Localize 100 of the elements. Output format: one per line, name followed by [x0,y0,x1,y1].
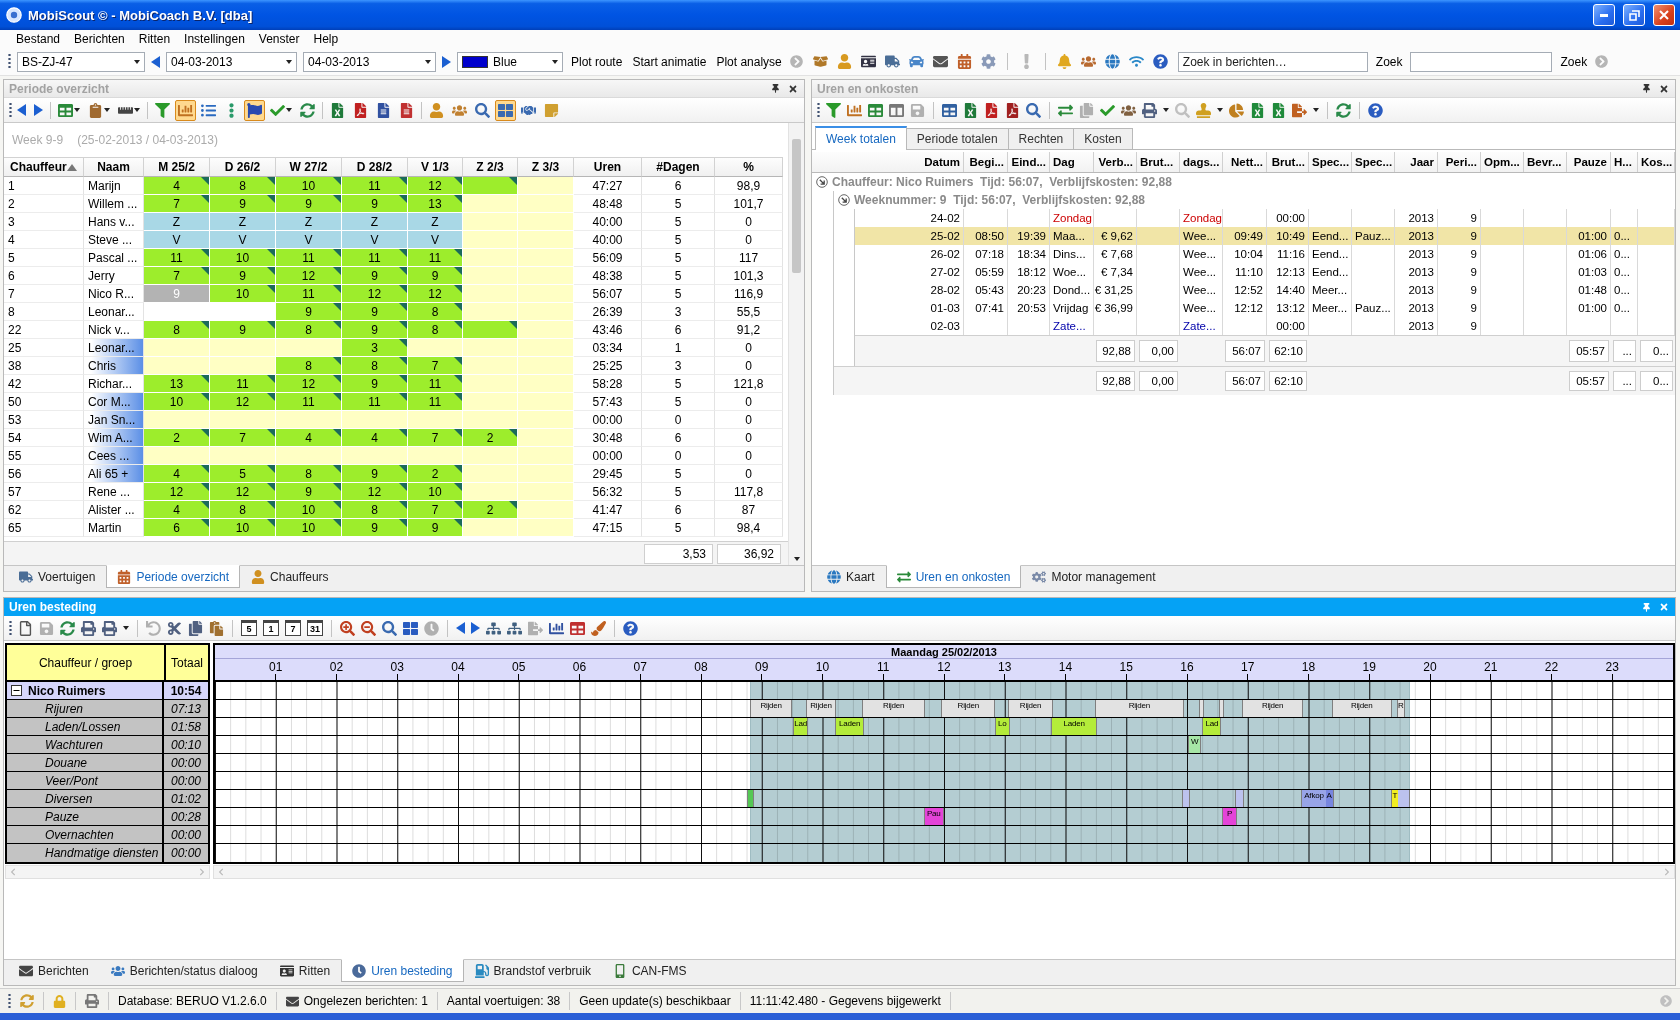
search-field[interactable] [1410,51,1553,72]
column-header[interactable]: Brut... [1137,152,1180,172]
column-header[interactable]: Peri... [1438,152,1481,172]
vertical-scrollbar[interactable] [788,123,804,565]
caret-icon[interactable] [1217,108,1223,112]
check-icon[interactable] [1100,102,1115,118]
action-button[interactable]: Start animatie [630,54,709,69]
tab[interactable]: Rechten [1007,128,1075,149]
tab[interactable]: Chauffeurs [240,565,340,588]
menu-item[interactable]: Help [306,30,346,48]
help-icon[interactable] [1368,102,1383,118]
column-header[interactable]: Verb... [1094,152,1137,172]
table-icon[interactable] [868,102,883,118]
column-header[interactable]: Spec... [1352,152,1395,172]
vehicle-select[interactable]: BS-ZJ-47 [17,51,145,72]
person-icon[interactable] [836,54,852,69]
toolbar-button[interactable] [495,99,516,121]
column-header[interactable]: #Dagen [642,157,715,177]
toolbar-grip[interactable] [9,619,12,637]
column-header[interactable]: dags... [1180,152,1223,172]
column-header[interactable]: Bevr... [1524,152,1567,172]
toolbar-grip[interactable] [8,53,11,70]
table-icon[interactable] [570,620,585,636]
tab[interactable]: Berichten [8,959,100,982]
tab[interactable]: Brandstof verbruik [463,959,602,982]
zoom-in-icon[interactable] [340,620,355,636]
column-header[interactable]: Pauze [1567,152,1611,172]
caret-icon[interactable] [793,557,800,561]
people-icon[interactable] [1121,102,1136,118]
close-button[interactable] [1653,4,1675,26]
help-icon[interactable] [623,620,638,636]
page-icon[interactable] [18,620,33,636]
search-button[interactable]: Zoek [1373,54,1405,69]
color-select[interactable]: Blue [457,51,563,72]
minimize-button[interactable] [1593,4,1615,26]
column-header[interactable]: Eind... [1008,152,1050,172]
tab[interactable]: CAN-FMS [601,959,698,982]
activity-bar[interactable]: Rijden [942,700,995,717]
column-header[interactable]: D 28/2 [342,157,408,177]
column-header[interactable]: Uren [574,157,642,177]
refresh-icon[interactable] [60,620,75,636]
printer-icon[interactable] [102,620,117,636]
printer-icon[interactable] [85,994,99,1008]
restore-button[interactable] [1623,4,1645,26]
activity-bar[interactable] [1220,700,1224,717]
column-header[interactable]: Chauffeur [4,157,84,177]
paint-icon[interactable] [591,620,606,636]
refresh-icon[interactable] [1336,102,1351,118]
activity-bar[interactable]: Rijden [1009,700,1053,717]
spreadsheet-icon[interactable] [1271,102,1286,118]
menu-item[interactable]: Ritten [131,30,178,48]
tab[interactable]: Week totalen [815,126,907,150]
date-select[interactable]: 04-03-2013 [303,51,436,72]
close-icon[interactable] [1659,83,1669,94]
activity-bar[interactable]: Rijden [1242,700,1303,717]
menu-item[interactable]: Bestand [9,30,68,48]
menu-item[interactable]: Venster [251,30,307,48]
pin-icon[interactable] [771,84,780,93]
column-header[interactable]: Datum [812,152,964,172]
grid-icon[interactable] [403,620,418,636]
caret-icon[interactable] [1313,108,1319,112]
table-row[interactable]: 25-02 08:50 19:39 Maa... € 9,62 Wee... 09:49 10:49 Eend... Pauz... 2013 9 01:00 0... [855,227,1675,245]
tab[interactable]: Berichten/status dialoog [99,959,269,982]
activity-bar[interactable]: Rijden [1095,700,1183,717]
caret-icon[interactable] [1163,108,1169,112]
toolbar-grip[interactable] [9,101,12,119]
activity-bar[interactable]: R [1397,700,1404,717]
calendar-button[interactable]: 31 [307,620,323,636]
paste-icon[interactable] [209,620,224,636]
activity-bar[interactable]: P [1223,808,1236,825]
envelope-icon[interactable] [932,54,948,69]
people-icon[interactable] [1080,54,1096,69]
column-header[interactable]: Naam [84,157,144,177]
column-header[interactable]: Dag [1050,152,1094,172]
bar-chart-icon[interactable] [549,620,564,636]
action-button[interactable]: Plot analyse [714,54,784,69]
box-icon[interactable] [812,54,828,69]
expand-icon[interactable] [816,176,828,188]
printer-icon[interactable] [81,620,96,636]
column-header[interactable]: Opm... [1481,152,1524,172]
column-header[interactable]: H... [1611,152,1638,172]
pdf-icon[interactable] [1005,102,1020,118]
chart-icon[interactable] [847,102,862,118]
next-icon[interactable] [471,622,480,634]
pdf-icon[interactable] [984,102,999,118]
filter-icon[interactable] [826,102,841,118]
tab[interactable]: Uren en onkosten [885,565,1022,588]
previous-icon[interactable] [456,622,465,634]
arrows-icon[interactable] [1058,102,1073,118]
calendar-button[interactable]: 7 [285,620,301,636]
action-button[interactable]: Plot route [569,54,625,69]
expand-icon[interactable] [838,194,850,206]
menu-item[interactable]: Instellingen [177,30,252,48]
printer-icon[interactable] [1142,102,1157,118]
column-header[interactable]: Nett... [1223,152,1267,172]
toolbar-grip[interactable] [817,101,820,119]
activity-bar[interactable]: Laden [835,718,864,735]
spreadsheet-icon[interactable] [963,102,978,118]
tab[interactable]: Periode totalen [905,128,1009,149]
columns-icon[interactable] [889,102,904,118]
